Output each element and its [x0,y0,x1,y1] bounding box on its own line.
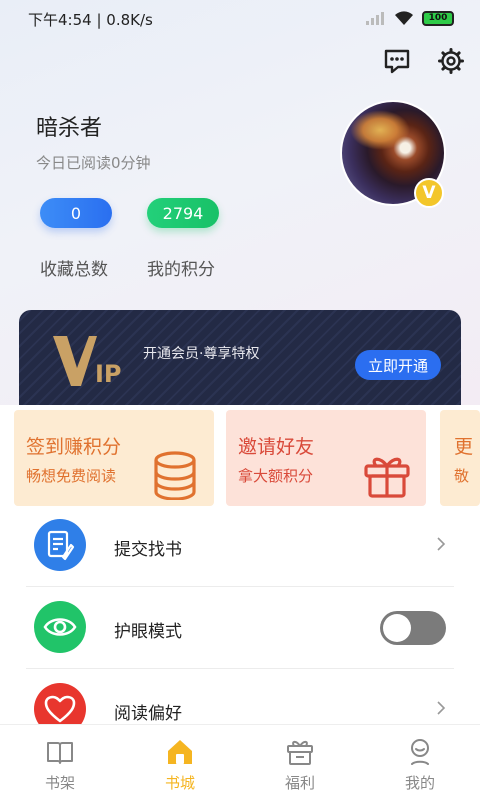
promo-title: 邀请好友 [238,436,315,458]
tab-label: 福利 [284,774,315,792]
status-bar: 下午4:54 | 0.8K/s 100 [0,0,480,38]
signal-icon [366,11,386,25]
menu-item-submit-book[interactable]: 提交找书 [26,505,454,587]
eye-care-toggle[interactable] [380,611,446,645]
toggle-knob [383,614,411,642]
points-pill[interactable]: 2794 [147,198,219,228]
tab-bookshelf[interactable]: 书架 [0,725,120,800]
points-label[interactable]: 我的积分 [147,255,215,280]
tab-bookstore[interactable]: 书城 [120,725,240,800]
promo-title: 更 [454,436,474,458]
menu-label: 护眼模式 [114,622,182,642]
bookshelf-icon [47,742,73,764]
eye-icon [34,601,86,653]
battery-icon: 100 [422,10,454,26]
coins-stack-icon [154,451,196,500]
menu-label: 提交找书 [114,540,182,560]
chevron-right-icon [437,701,446,715]
menu-label: 阅读偏好 [114,704,182,724]
svg-text:IP: IP [95,360,122,388]
bookstore-icon [168,740,192,764]
message-icon[interactable] [382,46,412,76]
promo-more-card[interactable]: 更 敬 [440,410,480,506]
tab-label: 书城 [164,774,195,792]
tab-profile[interactable]: 我的 [360,725,480,800]
bottom-tab-bar: 书架 书城 福利 我的 [0,724,480,800]
vip-slogan: 开通会员·尊享特权 [143,346,260,362]
network-speed: 0.8K/s [106,11,153,29]
promo-invite-card[interactable]: 邀请好友 拿大额积分 [226,410,426,506]
settings-gear-icon[interactable] [436,46,466,76]
book-submit-icon [34,519,86,571]
promo-carousel[interactable]: 签到赚积分 畅想免费阅读 邀请好友 拿大额积分 更 敬 [0,405,480,506]
promo-subtitle: 畅想免费阅读 [26,467,117,485]
reading-time-today: 今日已阅读0分钟 [36,154,151,172]
tab-welfare[interactable]: 福利 [240,725,360,800]
promo-subtitle: 拿大额积分 [238,467,314,485]
chevron-right-icon [437,537,446,551]
username: 暗杀者 [36,116,103,141]
promo-title: 签到赚积分 [26,436,122,458]
vip-logo-icon: IP [53,336,122,388]
promo-checkin-card[interactable]: 签到赚积分 畅想免费阅读 [14,410,214,506]
tab-label: 我的 [404,774,435,792]
wifi-icon [395,11,413,25]
favorites-label[interactable]: 收藏总数 [40,255,108,280]
gift-box-icon [364,457,410,498]
profile-icon [411,739,429,765]
menu-item-eye-care[interactable]: 护眼模式 [26,587,454,669]
favorites-count-pill[interactable]: 0 [40,198,112,228]
status-time-speed: 下午4:54 | 0.8K/s [28,11,153,29]
vip-badge-icon: V [414,178,444,208]
tab-label: 书架 [44,774,75,792]
status-time: 下午4:54 [28,11,92,29]
gift-icon [287,740,313,765]
vip-open-button[interactable]: 立即开通 [355,350,441,380]
vip-banner[interactable]: IP 开通会员·尊享特权 立即开通 [19,310,461,410]
promo-subtitle: 敬 [454,467,470,485]
